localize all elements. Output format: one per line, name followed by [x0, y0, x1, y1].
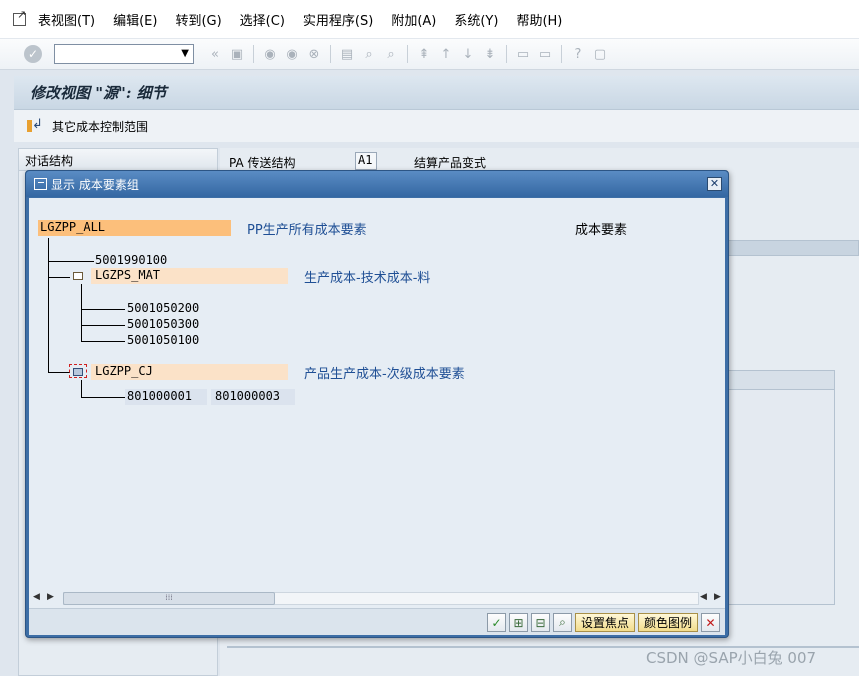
- application-toolbar: 其它成本控制范围: [14, 110, 859, 142]
- toolbar-separator: [506, 45, 507, 63]
- menu-table-view[interactable]: 表视图(T): [38, 10, 95, 29]
- column-header-cost-element: 成本要素: [575, 223, 628, 238]
- next-page-icon[interactable]: ↓: [459, 45, 477, 63]
- last-page-icon[interactable]: ⇟: [481, 45, 499, 63]
- find-icon[interactable]: ⌕: [360, 45, 378, 63]
- menu-bar: 表视图(T) 编辑(E) 转到(G) 选择(C) 实用程序(S) 附加(A) 系…: [0, 0, 859, 38]
- background-group-box: [727, 240, 859, 256]
- toolbar-separator: [561, 45, 562, 63]
- menu-help[interactable]: 帮助(H): [516, 10, 562, 29]
- pa-transfer-structure-label: PA 传送结构: [229, 156, 296, 170]
- tree-connector: [48, 238, 49, 372]
- dialog-title-bar: 显示 成本要素组: [26, 171, 728, 197]
- watermark: CSDN @SAP小白兔 007: [646, 649, 817, 667]
- dialog-title: 显示 成本要素组: [51, 177, 139, 192]
- dialog-footer: ✓ ⊞ ⊟ ⌕ 设置焦点 颜色图例 ✕: [29, 608, 725, 635]
- find-button[interactable]: ⌕: [552, 613, 572, 632]
- horizontal-scrollbar[interactable]: ◀ ▶ ⁞⁞⁞ ◀ ▶: [29, 590, 725, 606]
- confirm-button[interactable]: ✓: [486, 613, 506, 632]
- screen-title-bar: 修改视图 "源": 细节: [14, 76, 859, 110]
- standard-toolbar: ✓ ▼ « ▣ ◉ ◉ ⊗ ▤ ⌕ ⌕ ⇞ ↑ ↓ ⇟ ▭ ▭ ? ▢: [0, 38, 859, 70]
- exit-icon[interactable]: ◉: [283, 45, 301, 63]
- tree-connector: [48, 277, 70, 278]
- dropdown-arrow-icon[interactable]: ▼: [181, 48, 189, 59]
- scrollbar-thumb[interactable]: ⁞⁞⁞: [63, 592, 275, 605]
- back-icon[interactable]: ◉: [261, 45, 279, 63]
- tree-group-node[interactable]: LGZPS_MAT: [91, 268, 288, 284]
- cost-element-leaf[interactable]: 5001050100: [127, 333, 199, 347]
- tree-connector: [81, 380, 82, 397]
- previous-page-icon[interactable]: ↑: [437, 45, 455, 63]
- hierarchy-tree: LGZPP_ALL PP生产所有成本要素 成本要素 5001990100 LGZ…: [29, 198, 725, 608]
- display-icon: [34, 178, 47, 190]
- tree-connector: [81, 397, 125, 398]
- tree-connector: [81, 341, 125, 342]
- shortcut-icon[interactable]: ▭: [536, 45, 554, 63]
- save-icon[interactable]: ▣: [228, 45, 246, 63]
- layout-menu-icon[interactable]: ▢: [591, 45, 609, 63]
- dialog-structure-header: 对话结构: [19, 149, 217, 171]
- first-page-icon[interactable]: ⇞: [415, 45, 433, 63]
- menu-utilities[interactable]: 实用程序(S): [303, 10, 373, 29]
- help-icon[interactable]: ?: [569, 45, 587, 63]
- cost-element-group-dialog: 显示 成本要素组 ✕ LGZPP_ALL PP生产所有成本要素 成本要素 500…: [25, 170, 729, 638]
- tree-connector: [48, 372, 70, 373]
- toolbar-separator: [253, 45, 254, 63]
- color-legend-button[interactable]: 颜色图例: [637, 613, 698, 632]
- tree-group-node[interactable]: LGZPP_CJ: [91, 364, 288, 380]
- cost-element-leaf[interactable]: 5001050200: [127, 301, 199, 315]
- tree-group-description: 生产成本-技术成本-料: [304, 271, 431, 286]
- close-icon[interactable]: ✕: [707, 177, 722, 191]
- set-focus-button[interactable]: 设置焦点: [574, 613, 635, 632]
- background-table-box: [727, 370, 835, 605]
- tree-connector: [81, 309, 125, 310]
- cancel-button[interactable]: ✕: [701, 613, 720, 632]
- print-icon[interactable]: ▤: [338, 45, 356, 63]
- scroll-left-icon[interactable]: ◀: [33, 592, 40, 602]
- collapse-subtree-button[interactable]: ⊟: [530, 613, 550, 632]
- expand-subtree-button[interactable]: ⊞: [508, 613, 528, 632]
- menu-select[interactable]: 选择(C): [240, 10, 285, 29]
- find-next-icon[interactable]: ⌕: [382, 45, 400, 63]
- tree-connector: [81, 284, 82, 342]
- toolbar-separator: [407, 45, 408, 63]
- menu-edit[interactable]: 编辑(E): [113, 10, 157, 29]
- tree-root-description: PP生产所有成本要素: [247, 223, 367, 238]
- other-controlling-area-icon[interactable]: [26, 117, 43, 134]
- cost-element-range-from[interactable]: 801000001: [125, 389, 207, 405]
- folder-icon[interactable]: [69, 364, 87, 378]
- cost-element-leaf[interactable]: 5001990100: [95, 253, 167, 267]
- new-session-icon[interactable]: ▭: [514, 45, 532, 63]
- pa-transfer-structure-description: 结算产品变式: [414, 156, 487, 170]
- toolbar-separator: [330, 45, 331, 63]
- enter-icon[interactable]: ✓: [24, 45, 42, 63]
- menu-extras[interactable]: 附加(A): [391, 10, 436, 29]
- scroll-left-icon[interactable]: ◀: [700, 592, 707, 602]
- tree-connector: [48, 261, 94, 262]
- window-menu-icon[interactable]: [12, 8, 28, 26]
- collapse-icon[interactable]: «: [206, 45, 224, 63]
- cancel-icon[interactable]: ⊗: [305, 45, 323, 63]
- pa-transfer-structure-field[interactable]: A1: [355, 152, 377, 170]
- page-title: 修改视图 "源": 细节: [30, 84, 167, 102]
- other-controlling-area-button[interactable]: 其它成本控制范围: [52, 118, 148, 135]
- tree-connector: [81, 325, 125, 326]
- cost-element-range-to[interactable]: 801000003: [211, 389, 295, 405]
- command-field[interactable]: ▼: [54, 44, 194, 64]
- folder-icon[interactable]: [70, 269, 88, 283]
- scroll-right-icon[interactable]: ▶: [714, 592, 721, 602]
- scroll-right-icon[interactable]: ▶: [47, 592, 54, 602]
- menu-goto[interactable]: 转到(G): [175, 10, 221, 29]
- menu-system[interactable]: 系统(Y): [454, 10, 498, 29]
- tree-group-description: 产品生产成本-次级成本要素: [304, 367, 465, 382]
- tree-root-node[interactable]: LGZPP_ALL: [38, 220, 231, 236]
- cost-element-leaf[interactable]: 5001050300: [127, 317, 199, 331]
